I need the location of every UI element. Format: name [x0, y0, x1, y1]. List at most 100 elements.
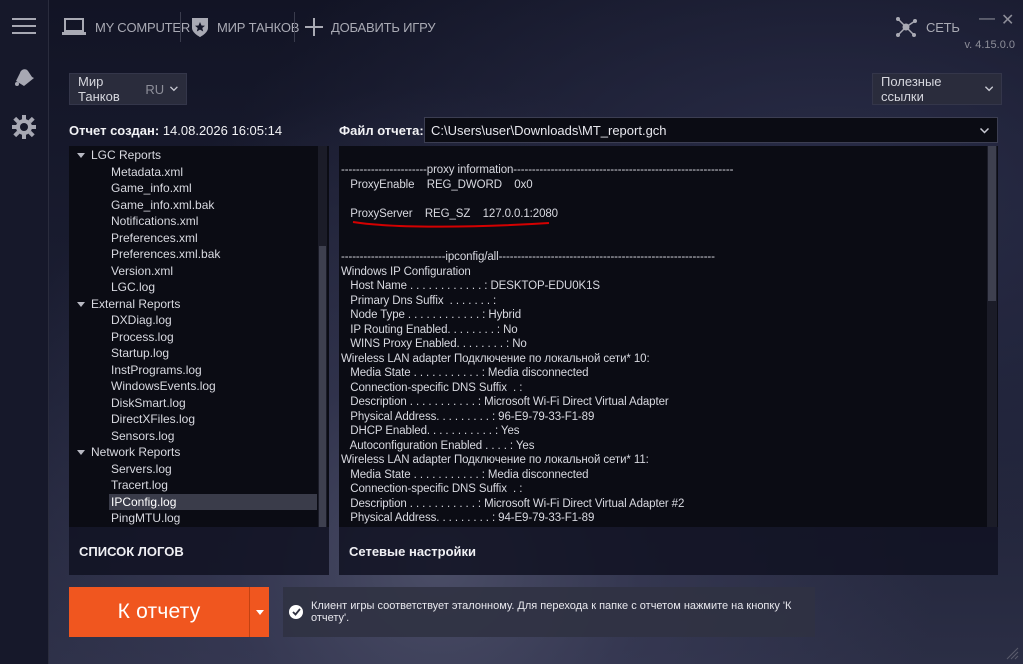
settings-gear-icon[interactable]: [10, 113, 38, 141]
tree-item[interactable]: Servers.log: [109, 461, 172, 477]
report-file-select[interactable]: C:\Users\user\Downloads\MT_report.gch: [424, 117, 998, 143]
log-line: Physical Address. . . . . . . . . : 94-E…: [341, 512, 595, 524]
log-line: ----------------------------ipconfig/all…: [341, 251, 715, 263]
tree-item-label: Network Reports: [91, 445, 181, 459]
log-line: Wireless LAN adapter Подключение по лока…: [341, 352, 650, 365]
report-options-toggle[interactable]: [249, 587, 269, 637]
log-line: Wireless LAN adapter Подключение по лока…: [341, 454, 649, 466]
logs-list-label: СПИСОК ЛОГОВ: [69, 527, 329, 575]
to-report-button[interactable]: К отчету: [69, 587, 269, 637]
tree-item[interactable]: PingMTU.log: [109, 510, 180, 526]
add-game-button[interactable]: ДОБАВИТЬ ИГРУ: [305, 12, 436, 42]
tree-item[interactable]: Tracert.log: [109, 477, 168, 493]
tree-item-label: LGC.log: [111, 280, 156, 294]
tree-item[interactable]: Metadata.xml: [109, 164, 183, 180]
chevron-down-icon: [170, 86, 178, 92]
game-select-name: Мир Танков: [78, 74, 120, 104]
tree-item-label: Notifications.xml: [111, 214, 199, 228]
tree-item[interactable]: Preferences.xml: [109, 230, 198, 246]
tree-item[interactable]: IPConfig.log: [109, 493, 317, 510]
tree-item-label: Startup.log: [111, 346, 170, 360]
log-line: ProxyEnable REG_DWORD 0x0: [341, 178, 533, 191]
log-line: IP Routing Enabled. . . . . . . . : No: [341, 323, 518, 336]
tree-item[interactable]: Sensors.log: [109, 428, 174, 444]
bell-icon[interactable]: [10, 62, 38, 90]
tree-item[interactable]: DXDiag.log: [109, 312, 172, 328]
log-line: Node Type . . . . . . . . . . . . : Hybr…: [341, 309, 521, 321]
log-line: Description . . . . . . . . . . . : Micr…: [341, 497, 685, 510]
my-computer-tab[interactable]: MY COMPUTER: [61, 12, 190, 42]
red-underline-annotation: [352, 221, 550, 228]
tree-scrollbar[interactable]: [318, 146, 327, 527]
minimize-button[interactable]: —: [979, 10, 995, 28]
tree-item-label: Game_info.xml.bak: [111, 197, 215, 212]
tree-item-label: Servers.log: [111, 461, 172, 476]
version-label: v. 4.15.0.0: [964, 39, 1015, 51]
tree-item-label: Preferences.xml: [111, 230, 198, 245]
network-settings-label: Сетевые настройки: [339, 527, 998, 575]
resize-grip-icon[interactable]: [1005, 646, 1019, 660]
tree-group[interactable]: External Reports: [77, 296, 317, 312]
game-tab[interactable]: МИР ТАНКОВ: [191, 12, 299, 42]
tree-item-label: Tracert.log: [111, 478, 168, 492]
useful-links-select[interactable]: Полезные ссылки: [872, 73, 1002, 105]
tree-item[interactable]: DirectXFiles.log: [109, 411, 195, 427]
game-select[interactable]: Мир Танков RU: [69, 73, 187, 105]
log-line: Connection-specific DNS Suffix . :: [341, 381, 523, 394]
log-line: ProxyServer REG_SZ 127.0.0.1:2080: [341, 207, 558, 220]
top-bar: MY COMPUTER МИР ТАНКОВ ДОБАВИТЬ ИГРУ СЕТ…: [49, 0, 1023, 56]
expand-caret-icon[interactable]: [77, 301, 85, 307]
log-line: Windows IP Configuration: [341, 265, 471, 278]
tree-item[interactable]: Process.log: [109, 329, 174, 345]
tree-item[interactable]: WindowsEvents.log: [109, 378, 216, 394]
tree-item-label: Game_info.xml: [111, 181, 192, 195]
tree-item-label: Sensors.log: [111, 428, 175, 443]
to-report-label: К отчету: [117, 600, 201, 623]
log-line: Description . . . . . . . . . . . : Micr…: [341, 396, 669, 408]
tree-item[interactable]: Version.xml: [109, 263, 173, 279]
add-game-label: ДОБАВИТЬ ИГРУ: [331, 19, 436, 35]
chevron-down-icon: [980, 128, 989, 134]
network-nodes-icon: [896, 17, 917, 37]
tree-item-label: Process.log: [111, 329, 174, 344]
tree-group[interactable]: LGC Reports: [77, 147, 317, 163]
tree-item[interactable]: Preferences.xml.bak: [109, 246, 220, 262]
log-scrollbar-thumb[interactable]: [988, 146, 996, 301]
network-button[interactable]: СЕТЬ: [894, 12, 960, 42]
tree-item[interactable]: DiskSmart.log: [109, 395, 186, 411]
tree-item-label: IPConfig.log: [111, 494, 177, 509]
tank-shield-icon: [192, 18, 208, 37]
expand-caret-icon[interactable]: [77, 153, 85, 159]
log-line: WINS Proxy Enabled. . . . . . . . : No: [341, 338, 527, 350]
tree-item[interactable]: Game_info.xml: [109, 180, 192, 196]
close-button[interactable]: ✕: [1001, 10, 1014, 30]
tree-item[interactable]: Notifications.xml: [109, 213, 198, 229]
log-line: Connection-specific DNS Suffix . :: [341, 483, 523, 495]
log-viewer[interactable]: -----------------------proxy information…: [339, 146, 998, 527]
log-line: Media State . . . . . . . . . . . : Medi…: [341, 468, 589, 481]
tree-item-label: DiskSmart.log: [111, 395, 186, 410]
left-rail: [0, 0, 49, 664]
tree-item-label: DXDiag.log: [111, 313, 172, 327]
tree-scrollbar-thumb[interactable]: [319, 246, 326, 527]
tree-item[interactable]: Game_info.xml.bak: [109, 197, 214, 213]
tree-item-label: WindowsEvents.log: [111, 379, 216, 393]
tree-item-label: Metadata.xml: [111, 164, 184, 179]
menu-icon[interactable]: [10, 12, 38, 40]
expand-caret-icon[interactable]: [77, 450, 85, 456]
log-line: -----------------------proxy information…: [341, 164, 734, 176]
tree-item[interactable]: LGC.log: [109, 279, 155, 295]
tree-item-label: DirectXFiles.log: [111, 412, 196, 426]
tree-item[interactable]: InstPrograms.log: [109, 362, 202, 378]
report-created-label: Отчет создан:: [69, 123, 160, 138]
report-file-label: Файл отчета:: [339, 123, 424, 138]
tree-item[interactable]: Startup.log: [109, 345, 169, 361]
tree-item-label: Version.xml: [111, 263, 174, 278]
chevron-down-icon: [984, 86, 993, 92]
laptop-icon: [62, 18, 86, 35]
log-scrollbar[interactable]: [987, 146, 997, 527]
log-tree[interactable]: LGC Reports Metadata.xml Game_info.xml Game…: [69, 146, 329, 527]
log-line: Primary Dns Suffix . . . . . . . :: [341, 294, 497, 307]
useful-links-label: Полезные ссылки: [881, 74, 942, 104]
tree-group[interactable]: Network Reports: [77, 444, 317, 460]
